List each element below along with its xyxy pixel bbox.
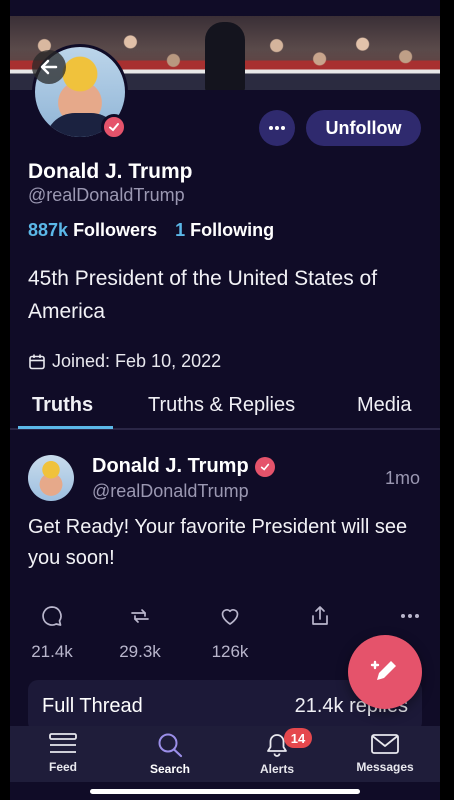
profile-screen: Unfollow Donald J. Trump @realDonaldTrum… <box>10 0 440 800</box>
like-count: 126k <box>211 642 249 661</box>
post-handle: @realDonaldTrump <box>92 481 249 501</box>
profile-stats: 887k Followers 1 Following <box>28 220 274 241</box>
heart-icon <box>221 609 239 625</box>
nav-search-label: Search <box>149 762 191 776</box>
following-link[interactable]: 1 Following <box>175 220 274 241</box>
retruth-count: 29.3k <box>119 642 161 661</box>
repost-icon <box>131 609 149 623</box>
followers-label: Followers <box>73 220 158 240</box>
profile-tabs: Truths Truths & Replies Media <box>10 394 440 430</box>
back-button[interactable] <box>32 50 66 84</box>
nav-messages-label: Messages <box>356 760 414 774</box>
feed-icon <box>49 733 77 753</box>
check-icon <box>109 123 119 132</box>
compose-pencil-icon <box>370 660 396 680</box>
tab-truths[interactable]: Truths <box>32 394 93 417</box>
verified-badge-icon <box>254 456 275 477</box>
joined-text: Joined: Feb 10, 2022 <box>52 351 222 371</box>
home-indicator[interactable] <box>90 789 360 794</box>
tab-truths-and-replies[interactable]: Truths & Replies <box>148 394 295 417</box>
share-icon <box>312 606 328 625</box>
alerts-badge: 14 <box>284 728 312 748</box>
nav-feed[interactable]: Feed <box>18 732 108 774</box>
post-avatar[interactable] <box>28 455 74 501</box>
comment-icon <box>42 606 62 626</box>
post-author[interactable]: Donald J. Trump <box>92 455 275 478</box>
check-icon <box>260 463 269 471</box>
joined-date: Joined: Feb 10, 2022 <box>28 351 221 372</box>
unfollow-button[interactable]: Unfollow <box>306 110 421 146</box>
verified-badge <box>101 114 127 140</box>
reply-count: 21.4k <box>31 642 73 661</box>
nav-alerts[interactable]: 14 Alerts <box>232 728 322 776</box>
search-icon <box>158 733 183 758</box>
followers-count: 887k <box>28 220 69 240</box>
ellipsis-icon <box>269 126 285 130</box>
profile-name: Donald J. Trump <box>28 160 193 183</box>
calendar-icon <box>29 354 45 369</box>
arrow-left-icon <box>40 59 58 75</box>
post-text: Get Ready! Your favorite President will … <box>28 516 408 569</box>
nav-search[interactable]: Search <box>125 732 215 776</box>
retruth-button[interactable]: 29.3k <box>110 604 170 662</box>
tab-media[interactable]: Media <box>357 394 411 417</box>
followers-link[interactable]: 887k Followers <box>28 220 157 241</box>
more-options-button[interactable] <box>259 110 295 146</box>
profile-handle: @realDonaldTrump <box>28 185 185 205</box>
share-button[interactable] <box>290 604 350 628</box>
mail-icon <box>371 734 399 754</box>
bottom-navigation: Feed Search 14 Alerts Messages <box>10 726 440 782</box>
banner-speaker-silhouette <box>205 22 245 90</box>
reply-button[interactable]: 21.4k <box>22 604 82 662</box>
post-timestamp: 1mo <box>384 468 420 488</box>
active-tab-indicator <box>18 426 113 429</box>
post-author-name: Donald J. Trump <box>92 455 249 477</box>
profile-bio: 45th President of the United States of A… <box>28 267 378 323</box>
nav-alerts-label: Alerts <box>259 762 294 776</box>
following-label: Following <box>190 220 275 240</box>
full-thread-label: Full Thread <box>42 694 143 717</box>
post-more-button[interactable] <box>380 604 440 628</box>
following-count: 1 <box>175 220 186 240</box>
ellipsis-icon <box>401 614 419 618</box>
nav-messages[interactable]: Messages <box>340 732 430 774</box>
like-button[interactable]: 126k <box>200 604 260 662</box>
nav-feed-label: Feed <box>48 760 77 774</box>
compose-button[interactable] <box>348 635 422 709</box>
